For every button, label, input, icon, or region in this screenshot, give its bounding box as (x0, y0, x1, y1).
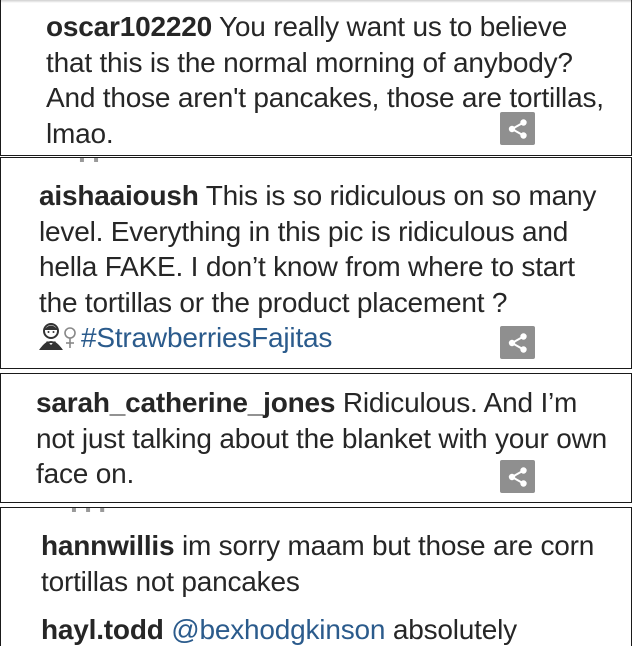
comment-username[interactable]: hayl.todd (41, 614, 164, 645)
comment-username[interactable]: sarah_catherine_jones (36, 387, 335, 418)
comment-body: absolutely (385, 614, 517, 645)
top-shadow (1, 0, 631, 3)
comment-username[interactable]: hannwillis (41, 530, 175, 561)
comment-panel-2: ▪ ▪ aishaaioush This is so ridiculous on… (0, 157, 632, 369)
comment-mention-link[interactable]: @bexhodgkinson (171, 614, 385, 645)
share-button[interactable] (500, 112, 535, 145)
share-icon (508, 466, 527, 487)
comment-text: hayl.todd @bexhodgkinson absolutely (41, 612, 621, 646)
comment-panel-1: oscar102220 You really want us to believ… (0, 0, 632, 156)
woman-pouting-emoji-icon (39, 321, 79, 360)
comment-panel-3: sarah_catherine_jones Ridiculous. And I’… (0, 373, 632, 503)
comment-username[interactable]: oscar102220 (46, 11, 212, 42)
comment-username[interactable]: aishaaioush (39, 180, 199, 211)
comment-panel-4: ▪ ▪ ▪ hannwillis im sorry maam but those… (0, 507, 632, 646)
previous-line-peek: ▪ ▪ (79, 158, 119, 164)
share-icon (508, 332, 527, 353)
comment-hashtag-link[interactable]: #StrawberriesFajitas (81, 322, 332, 353)
share-button[interactable] (500, 326, 535, 359)
comment-screenshots-collage: oscar102220 You really want us to believ… (0, 0, 634, 646)
comment-text: hannwillis im sorry maam but those are c… (41, 528, 601, 599)
share-icon (508, 118, 527, 139)
previous-line-peek: ▪ ▪ ▪ (71, 508, 111, 514)
share-button[interactable] (500, 460, 535, 493)
